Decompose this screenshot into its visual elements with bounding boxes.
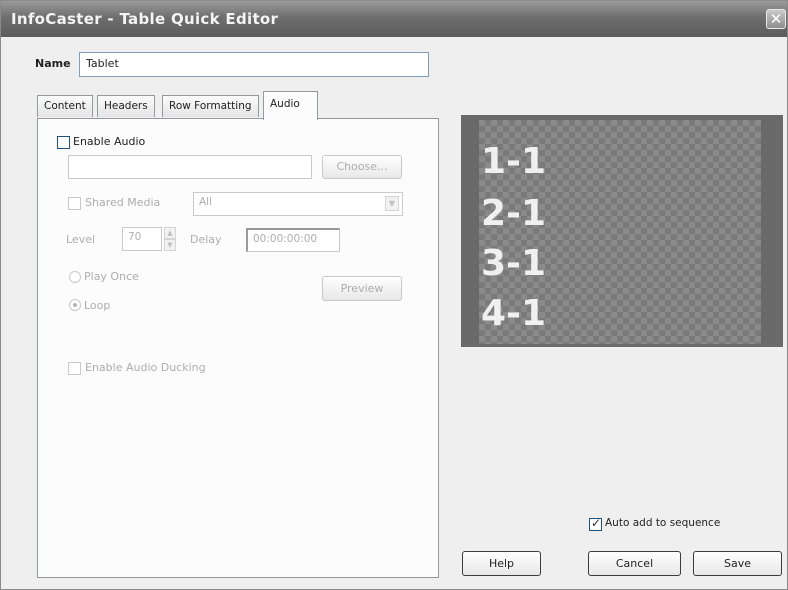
window-title: InfoCaster - Table Quick Editor: [11, 10, 279, 28]
play-once-label: Play Once: [84, 270, 139, 283]
shared-media-checkbox[interactable]: [68, 197, 81, 210]
enable-audio-label: Enable Audio: [73, 135, 146, 148]
close-icon: ✕: [769, 10, 783, 28]
shared-media-select[interactable]: All ▼: [193, 192, 403, 216]
chevron-up-icon[interactable]: ▲: [164, 227, 176, 239]
close-button[interactable]: ✕: [766, 9, 786, 29]
play-once-radio[interactable]: [69, 271, 81, 283]
shared-media-value: All: [199, 196, 213, 208]
save-button[interactable]: Save: [693, 551, 782, 576]
table-quick-editor-window: InfoCaster - Table Quick Editor ✕ Name T…: [0, 0, 788, 590]
tab-row-formatting[interactable]: Row Formatting: [162, 95, 259, 117]
table-preview: 1-1 2-1 3-1 4-1: [461, 115, 783, 347]
level-stepper-input[interactable]: 70: [122, 227, 162, 251]
chevron-down-icon: ▼: [385, 196, 399, 211]
shared-media-label: Shared Media: [85, 196, 161, 209]
checkmark-icon: ✓: [591, 516, 602, 530]
preview-row-text: 1-1: [481, 141, 547, 182]
tab-audio[interactable]: Audio: [263, 91, 318, 120]
enable-audio-ducking-checkbox[interactable]: [68, 362, 81, 375]
preview-row-text: 2-1: [481, 193, 547, 234]
audio-tab-panel: Enable Audio Choose... Shared Media All …: [37, 118, 439, 578]
delay-input[interactable]: 00:00:00:00: [246, 228, 340, 252]
preview-row-text: 3-1: [481, 243, 547, 284]
loop-label: Loop: [84, 299, 111, 312]
audio-file-field[interactable]: [68, 155, 312, 179]
name-input[interactable]: Tablet: [79, 52, 429, 77]
chevron-down-icon[interactable]: ▼: [164, 239, 176, 251]
auto-add-checkbox[interactable]: ✓: [589, 516, 602, 531]
tab-content[interactable]: Content: [37, 95, 93, 117]
name-label: Name: [35, 57, 71, 70]
tab-headers[interactable]: Headers: [97, 95, 155, 117]
enable-audio-checkbox[interactable]: [57, 136, 70, 149]
cancel-button[interactable]: Cancel: [588, 551, 681, 576]
choose-button[interactable]: Choose...: [322, 155, 402, 179]
preview-row-text: 4-1: [481, 293, 547, 334]
title-bar[interactable]: InfoCaster - Table Quick Editor ✕: [1, 1, 787, 37]
auto-add-label: Auto add to sequence: [605, 517, 721, 529]
loop-radio[interactable]: [69, 299, 81, 311]
preview-button[interactable]: Preview: [322, 276, 402, 301]
delay-label: Delay: [190, 233, 222, 246]
level-label: Level: [66, 233, 96, 246]
enable-audio-ducking-label: Enable Audio Ducking: [85, 361, 206, 374]
level-stepper-arrows[interactable]: ▲ ▼: [164, 227, 176, 251]
help-button[interactable]: Help: [462, 551, 541, 576]
